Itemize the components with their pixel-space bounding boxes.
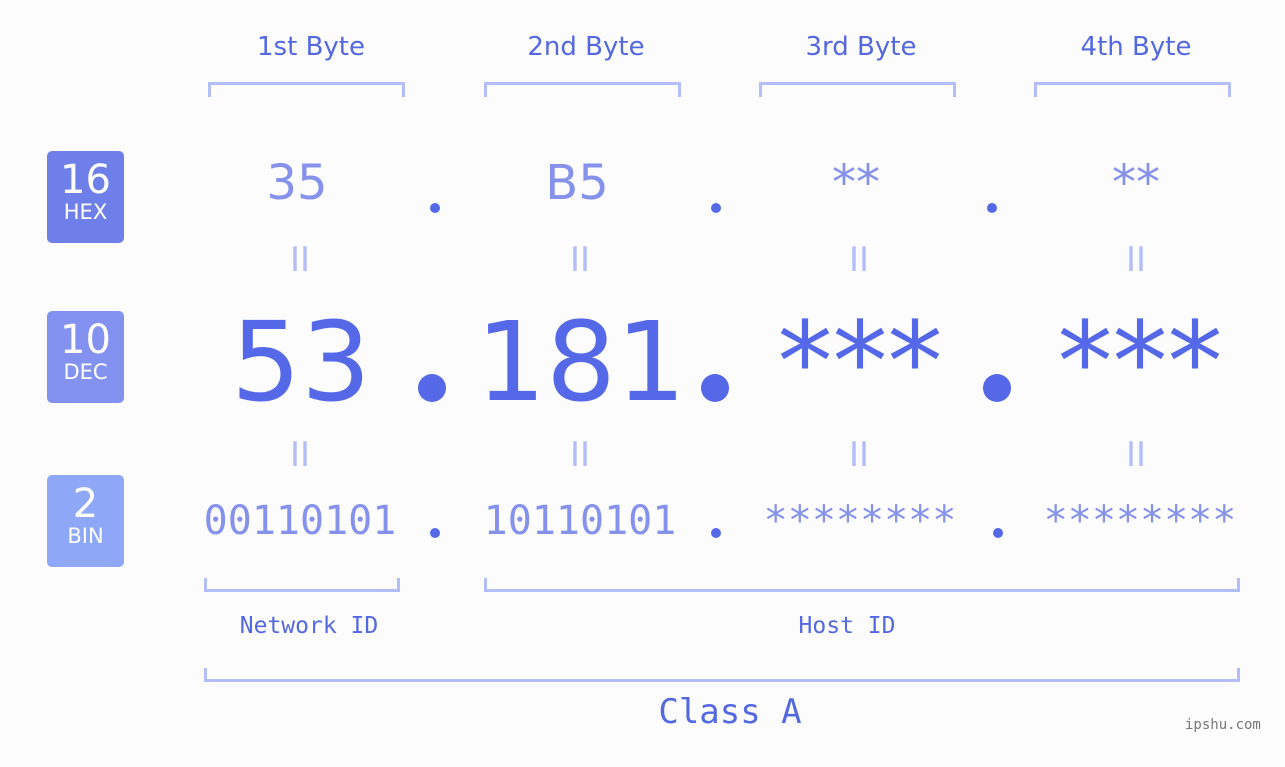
equals-sign: II xyxy=(569,435,591,475)
network-id-bracket xyxy=(204,578,400,592)
bin-byte-2: 10110101 xyxy=(483,498,677,544)
hex-dot-3 xyxy=(987,203,997,213)
byte-bracket-2 xyxy=(484,82,681,97)
equals-sign: II xyxy=(289,240,311,280)
bin-dot-3 xyxy=(993,528,1003,538)
hex-badge-number: 16 xyxy=(60,157,111,203)
equals-sign: II xyxy=(1125,435,1147,475)
dec-byte-2: 181 xyxy=(476,298,686,426)
bin-dot-2 xyxy=(711,528,721,538)
byte-bracket-4 xyxy=(1034,82,1231,97)
equals-sign: II xyxy=(848,435,870,475)
bin-byte-4: ******** xyxy=(1043,498,1237,544)
host-id-bracket xyxy=(484,578,1240,592)
bin-badge-number: 2 xyxy=(72,481,99,527)
equals-sign: II xyxy=(289,435,311,475)
dec-badge: 10 DEC xyxy=(47,311,124,403)
hex-byte-1: 35 xyxy=(266,155,328,211)
bin-byte-1: 00110101 xyxy=(203,498,397,544)
class-bracket xyxy=(204,668,1240,682)
byte-bracket-1 xyxy=(208,82,405,97)
dec-dot-1 xyxy=(418,374,446,402)
dec-dot-2 xyxy=(701,374,729,402)
dec-badge-number: 10 xyxy=(60,317,111,363)
class-label: Class A xyxy=(658,692,802,732)
hex-byte-2: B5 xyxy=(545,155,609,211)
hex-dot-1 xyxy=(430,203,440,213)
dec-byte-3: *** xyxy=(777,298,943,426)
byte-header-3: 3rd Byte xyxy=(805,32,917,62)
equals-sign: II xyxy=(569,240,591,280)
byte-header-4: 4th Byte xyxy=(1080,32,1192,62)
network-id-label: Network ID xyxy=(239,613,379,639)
dec-badge-label: DEC xyxy=(63,360,108,384)
dec-byte-1: 53 xyxy=(231,298,371,426)
bin-badge-label: BIN xyxy=(67,524,104,548)
hex-badge: 16 HEX xyxy=(47,151,124,243)
bin-dot-1 xyxy=(430,528,440,538)
hex-byte-4: ** xyxy=(1112,155,1160,211)
equals-sign: II xyxy=(848,240,870,280)
dec-dot-3 xyxy=(983,374,1011,402)
bin-byte-3: ******** xyxy=(763,498,957,544)
dec-byte-4: *** xyxy=(1057,298,1223,426)
byte-header-2: 2nd Byte xyxy=(527,32,645,62)
watermark: ipshu.com xyxy=(1185,717,1261,733)
equals-sign: II xyxy=(1125,240,1147,280)
bin-badge: 2 BIN xyxy=(47,475,124,567)
byte-header-1: 1st Byte xyxy=(257,32,365,62)
hex-badge-label: HEX xyxy=(63,200,108,224)
hex-dot-2 xyxy=(711,203,721,213)
byte-bracket-3 xyxy=(759,82,956,97)
host-id-label: Host ID xyxy=(798,613,896,639)
hex-byte-3: ** xyxy=(832,155,880,211)
